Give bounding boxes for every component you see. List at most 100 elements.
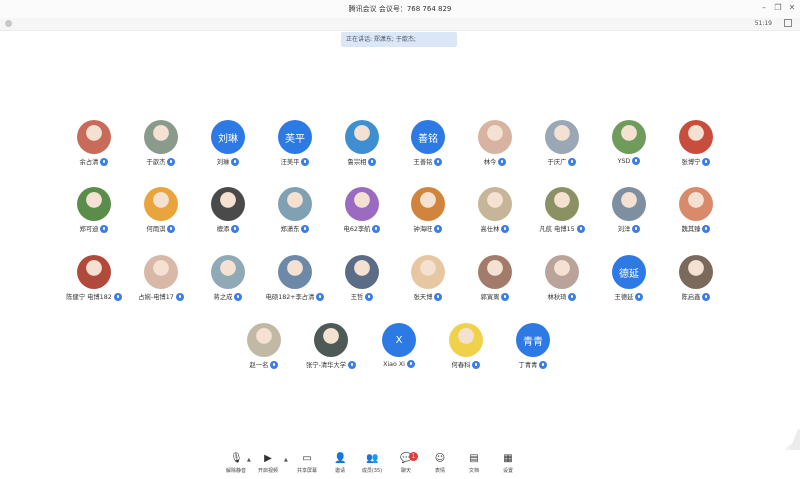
participant-name-text: 于歆杰	[146, 159, 166, 166]
toolbar-label: 聊天	[400, 468, 411, 474]
mic-status-icon	[270, 361, 279, 369]
participant-name-text: 王德延	[614, 294, 634, 301]
mic-status-icon	[167, 158, 176, 166]
participant-name: 郭寅离	[457, 292, 533, 301]
participant-name: 刘琳	[190, 157, 266, 166]
participant-name-text: 陈启鑫	[681, 294, 701, 301]
participant-name-text: 丁青青	[518, 362, 538, 369]
participant-tile[interactable]: 德延 王德延	[591, 255, 667, 305]
toolbar-document-button[interactable]: ▤ 文档	[457, 453, 491, 474]
mic-status-icon	[632, 157, 641, 165]
participant-tile[interactable]: 芙平 汪美平	[257, 120, 333, 170]
participant-name-text: 林秋琦	[547, 294, 567, 301]
participant-tile[interactable]: 王哲	[324, 255, 400, 305]
mic-status-icon	[234, 293, 243, 301]
participant-tile[interactable]: 高仕林	[457, 187, 533, 237]
mic-status-icon	[406, 360, 415, 368]
toolbar-video-off-button[interactable]: ▶ 开启视频	[251, 453, 285, 474]
participant-tile[interactable]: 电62李航	[324, 187, 400, 237]
dropdown-caret-icon[interactable]: ▲	[247, 457, 251, 463]
participant-tile[interactable]: 张博宁	[658, 120, 734, 170]
participant-grid: 余占清 于歆杰 刘琳 刘琳 芙平 汪美平 鲁宗相 善铭 王善铭 林今 于庆广 YSD 张博宁 郑可迪 何雨淇…	[0, 0, 800, 479]
participant-tile[interactable]: 余占清	[56, 120, 132, 170]
participant-tile[interactable]: 电硕182+李占清	[257, 255, 333, 305]
bottom-toolbar: 🎙 解除静音 ▶ 开启视频 ▭ 共享屏幕 👤 邀请 👥 成员(35) 💬 聊天 1 ☺ 表情 ▤ 文档 ▦ 设置 ▲ ▲	[0, 450, 800, 479]
dropdown-caret-icon[interactable]: ▲	[284, 457, 288, 463]
participant-name-text: 檀添	[216, 226, 230, 233]
toolbar-label: 开启视频	[257, 468, 278, 474]
participant-name-text: 张博宁	[681, 159, 701, 166]
participant-avatar	[314, 323, 348, 357]
participant-tile[interactable]: 赵一名	[226, 323, 302, 373]
participant-tile[interactable]: 何雨淇	[123, 187, 199, 237]
participant-avatar	[144, 255, 178, 289]
avatar-initials: 善铭	[418, 133, 438, 145]
participant-name: 王哲	[324, 292, 400, 301]
participant-tile[interactable]: 陈启鑫	[658, 255, 734, 305]
participant-name: 于庆广	[524, 157, 600, 166]
participant-avatar	[612, 120, 646, 154]
toolbar-settings-button[interactable]: ▦ 设置	[491, 453, 525, 474]
participant-name: 余占清	[56, 157, 132, 166]
mic-status-icon	[539, 361, 548, 369]
participant-name: 张宁-清华大学	[293, 360, 369, 369]
participant-tile[interactable]: 青青 丁青青	[495, 323, 571, 373]
mic-status-icon	[100, 225, 109, 233]
mic-status-icon	[702, 158, 711, 166]
participant-tile[interactable]: 郑可迪	[56, 187, 132, 237]
participant-tile[interactable]: 善铭 王善铭	[390, 120, 466, 170]
participant-avatar	[77, 187, 111, 221]
participant-tile[interactable]: 林今	[457, 120, 533, 170]
toolbar-chat-button[interactable]: 💬 聊天 1	[389, 452, 423, 474]
mic-status-icon	[635, 293, 644, 301]
mic-status-icon	[175, 293, 184, 301]
participant-tile[interactable]: 占婉-电博17	[123, 255, 199, 305]
avatar-initials: 刘琳	[218, 133, 238, 145]
participant-avatar	[545, 255, 579, 289]
toolbar-members-button[interactable]: 👥 成员(35)	[355, 453, 389, 474]
participant-tile[interactable]: X Xiao Xi	[361, 323, 437, 373]
mic-muted-icon: 🎙	[230, 453, 243, 464]
participant-name: 于歆杰	[123, 157, 199, 166]
toolbar-label: 成员(35)	[361, 468, 383, 474]
mic-status-icon	[167, 225, 176, 233]
participant-tile[interactable]: 魏其臻	[658, 187, 734, 237]
participant-tile[interactable]: 郭寅离	[457, 255, 533, 305]
participant-tile[interactable]: 陈健宁 电博182	[56, 255, 132, 305]
toolbar-invite-button[interactable]: 👤 邀请	[323, 453, 357, 474]
participant-name: YSD	[591, 157, 667, 165]
participant-tile[interactable]: 何春科	[428, 323, 504, 373]
participant-name: 魏其臻	[658, 224, 734, 233]
toolbar-share-screen-button[interactable]: ▭ 共享屏幕	[290, 453, 324, 474]
participant-tile[interactable]: 林秋琦	[524, 255, 600, 305]
mic-status-icon	[576, 225, 585, 233]
participant-tile[interactable]: 于歆杰	[123, 120, 199, 170]
participant-tile[interactable]: YSD	[591, 120, 667, 170]
participant-name-text: 余占清	[79, 159, 99, 166]
mic-status-icon	[434, 225, 443, 233]
participant-tile[interactable]: 鲁宗相	[324, 120, 400, 170]
participant-tile[interactable]: 于庆广	[524, 120, 600, 170]
participant-tile[interactable]: 钟海旺	[390, 187, 466, 237]
participant-avatar	[345, 187, 379, 221]
participant-tile[interactable]: 蒋之成	[190, 255, 266, 305]
participant-avatar	[679, 120, 713, 154]
participant-name-text: 王哲	[350, 294, 364, 301]
participant-avatar	[278, 187, 312, 221]
participant-name-text: 张宁-清华大学	[305, 362, 347, 369]
participant-tile[interactable]: 张宁-清华大学	[293, 323, 369, 373]
mic-status-icon	[231, 158, 240, 166]
participant-name: 占婉-电博17	[123, 292, 199, 301]
participant-name-text: 占婉-电博17	[138, 294, 174, 301]
participant-tile[interactable]: 张天博	[390, 255, 466, 305]
participant-avatar	[247, 323, 281, 357]
participant-tile[interactable]: 檀添	[190, 187, 266, 237]
participant-tile[interactable]: 刘琳 刘琳	[190, 120, 266, 170]
participant-tile[interactable]: 刘洋	[591, 187, 667, 237]
participant-tile[interactable]: 凡航 电博15	[524, 187, 600, 237]
participant-name-text: 汪美平	[280, 159, 300, 166]
participant-name-text: 刘洋	[617, 226, 631, 233]
participant-avatar: 德延	[612, 255, 646, 289]
participant-tile[interactable]: 郑潇东	[257, 187, 333, 237]
toolbar-emoji-button[interactable]: ☺ 表情	[423, 453, 457, 474]
